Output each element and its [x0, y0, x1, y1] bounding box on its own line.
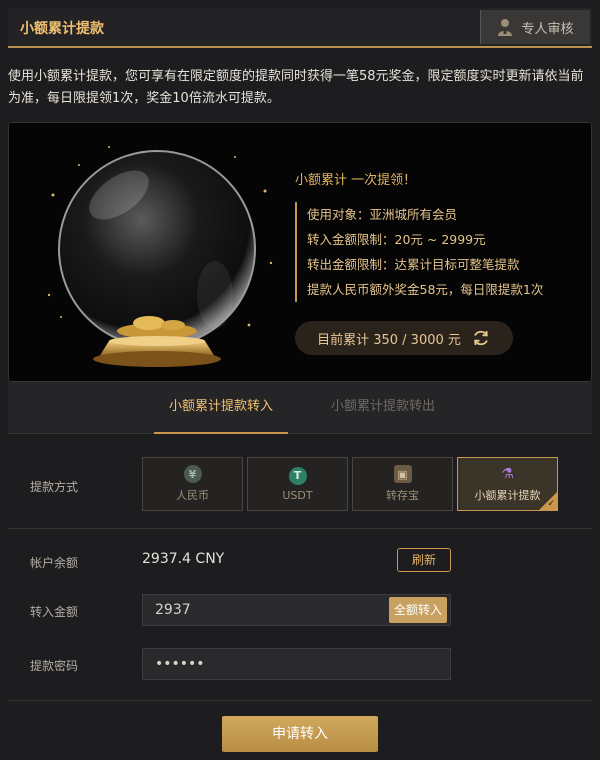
method-label-text: 转存宝: [386, 489, 419, 502]
refresh-icon[interactable]: [471, 328, 491, 348]
method-rmb[interactable]: ¥ 人民币: [142, 457, 243, 511]
promo-headline: 小额累计 一次提领！: [295, 173, 417, 188]
accumulated-progress: 目前累计 350 / 3000 元: [295, 321, 513, 355]
promo-rule: 使用对象：亚洲城所有会员: [307, 207, 458, 222]
promo-rule: 转出金额限制：达累计目标可整笔提款: [307, 257, 520, 272]
promo-rule: 提款人民币额外奖金58元，每日限提款1次: [307, 282, 544, 297]
amount-input[interactable]: 2937 全额转入: [142, 594, 451, 626]
password-input[interactable]: ••••••: [142, 648, 451, 680]
transfer-all-button[interactable]: 全额转入: [389, 597, 447, 623]
password-label: 提款密码: [30, 659, 79, 673]
tab-transfer-out[interactable]: 小额累计提款转出: [308, 382, 458, 434]
promo-rules-list: 使用对象：亚洲城所有会员 转入金额限制：20元 ~ 2999元 转出金额限制：达…: [295, 202, 585, 302]
method-small-accumulate[interactable]: ⚗ 小额累计提款 ✓: [457, 457, 558, 511]
tab-transfer-in[interactable]: 小额累计提款转入: [154, 382, 288, 434]
method-label-text: USDT: [282, 488, 313, 502]
flask-icon: ⚗: [501, 466, 514, 482]
promo-banner: 小额累计 一次提领！ 使用对象：亚洲城所有会员 转入金额限制：20元 ~ 299…: [8, 122, 592, 382]
amount-label: 转入金额: [30, 605, 79, 619]
method-treasure[interactable]: ▣ 转存宝: [352, 457, 453, 511]
refresh-button[interactable]: 刷新: [397, 548, 451, 572]
tether-icon: T: [288, 466, 307, 485]
agent-icon: [498, 19, 513, 36]
crystal-ball-illustration: [47, 146, 273, 367]
promo-rule: 转入金额限制：20元 ~ 2999元: [307, 232, 486, 247]
balance-label: 帐户余额: [30, 556, 79, 570]
method-label-text: 小额累计提款: [474, 489, 541, 502]
method-selector: ¥ 人民币 T USDT ▣ 转存宝 ⚗ 小额累计提款 ✓: [142, 457, 558, 511]
password-value: ••••••: [155, 656, 205, 672]
divider: [8, 528, 592, 529]
personal-review-label: 专人审核: [521, 21, 574, 37]
treasure-box-icon: ▣: [393, 465, 412, 483]
page-title: 小额累计提款: [20, 21, 104, 37]
page-header: 小额累计提款 专人审核: [8, 8, 592, 48]
divider: [8, 700, 592, 701]
progress-text: 目前累计 350 / 3000 元: [317, 332, 461, 348]
balance-value: 2937.4 CNY: [142, 551, 225, 567]
method-label-text: 人民币: [176, 489, 209, 502]
method-label: 提款方式: [30, 480, 79, 494]
promo-text: 小额累计 一次提领！ 使用对象：亚洲城所有会员 转入金额限制：20元 ~ 299…: [295, 169, 585, 302]
method-usdt[interactable]: T USDT: [247, 457, 348, 511]
personal-review-button[interactable]: 专人审核: [480, 10, 590, 44]
yuan-icon: ¥: [183, 465, 202, 483]
intro-text: 使用小额累计提款，您可享有在限定额度的提款同时获得一笔58元奖金，限定额度实时更…: [8, 69, 584, 106]
check-icon: ✓: [547, 499, 555, 509]
transfer-tabs: 小额累计提款转入 小额累计提款转出: [8, 382, 592, 434]
submit-transfer-button[interactable]: 申请转入: [222, 716, 378, 752]
amount-value: 2937: [155, 602, 191, 618]
